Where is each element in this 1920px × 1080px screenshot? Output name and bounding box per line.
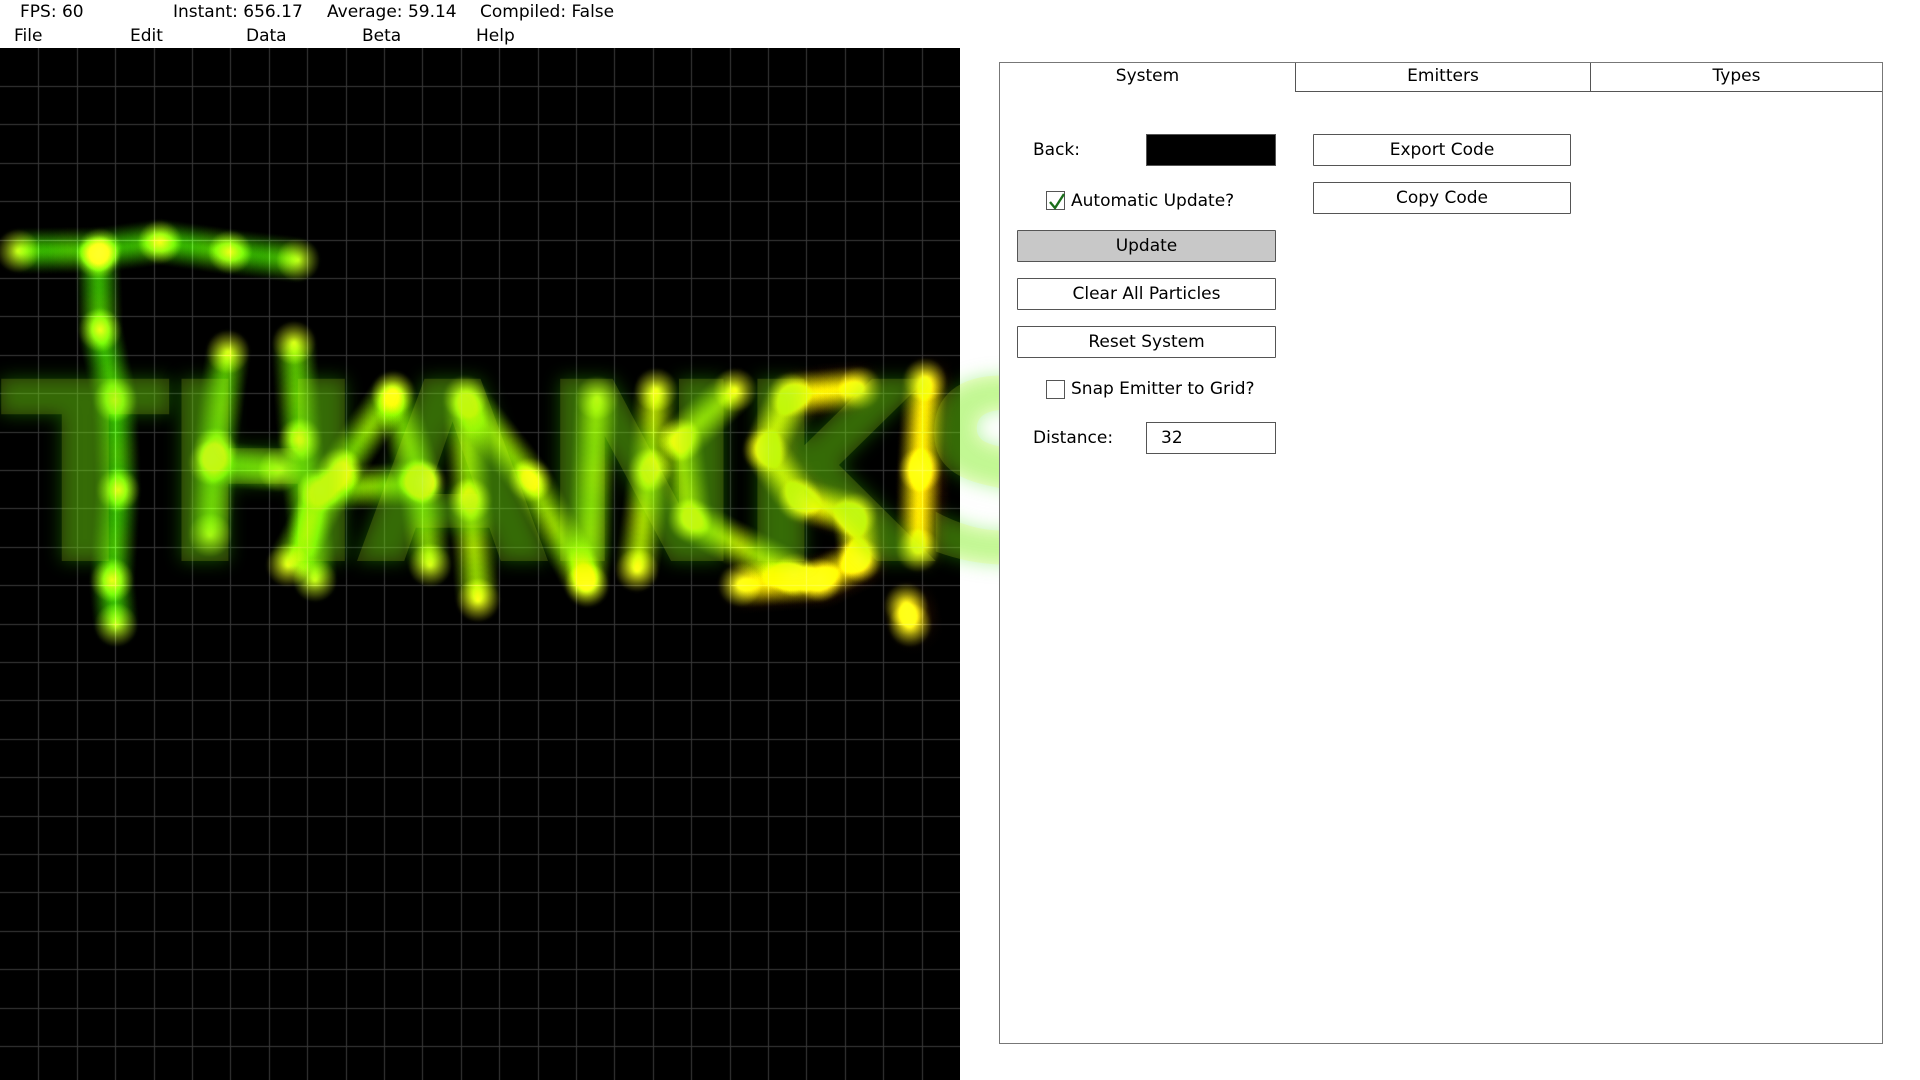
tab-system[interactable]: System [1000,63,1295,92]
menu-file[interactable]: File [14,26,42,46]
fps-readout: FPS: 60 [20,2,84,22]
tab-emitters[interactable]: Emitters [1295,63,1590,92]
menu-beta[interactable]: Beta [362,26,401,46]
instant-readout: Instant: 656.17 [173,2,303,22]
clear-all-particles-button[interactable]: Clear All Particles [1017,278,1276,310]
snap-emitter-checkbox[interactable] [1046,380,1065,399]
update-button[interactable]: Update [1017,230,1276,262]
menu-edit[interactable]: Edit [130,26,163,46]
average-readout: Average: 59.14 [327,2,457,22]
snap-emitter-label: Snap Emitter to Grid? [1071,379,1255,399]
export-code-button[interactable]: Export Code [1313,134,1571,166]
checkmark-icon [1049,193,1066,211]
back-label: Back: [1033,140,1080,160]
reset-system-button[interactable]: Reset System [1017,326,1276,358]
properties-panel: System Emitters Types Back: Export Code … [999,62,1883,1044]
compiled-readout: Compiled: False [480,2,615,22]
automatic-update-checkbox[interactable] [1046,191,1066,211]
distance-label: Distance: [1033,428,1114,448]
menu-data[interactable]: Data [246,26,287,46]
back-color-swatch[interactable] [1146,134,1276,166]
menu-help[interactable]: Help [476,26,515,46]
particle-viewport[interactable] [0,48,960,1080]
distance-input[interactable]: 32 [1146,422,1276,454]
tab-types[interactable]: Types [1590,63,1882,92]
automatic-update-label: Automatic Update? [1071,191,1235,211]
copy-code-button[interactable]: Copy Code [1313,182,1571,214]
